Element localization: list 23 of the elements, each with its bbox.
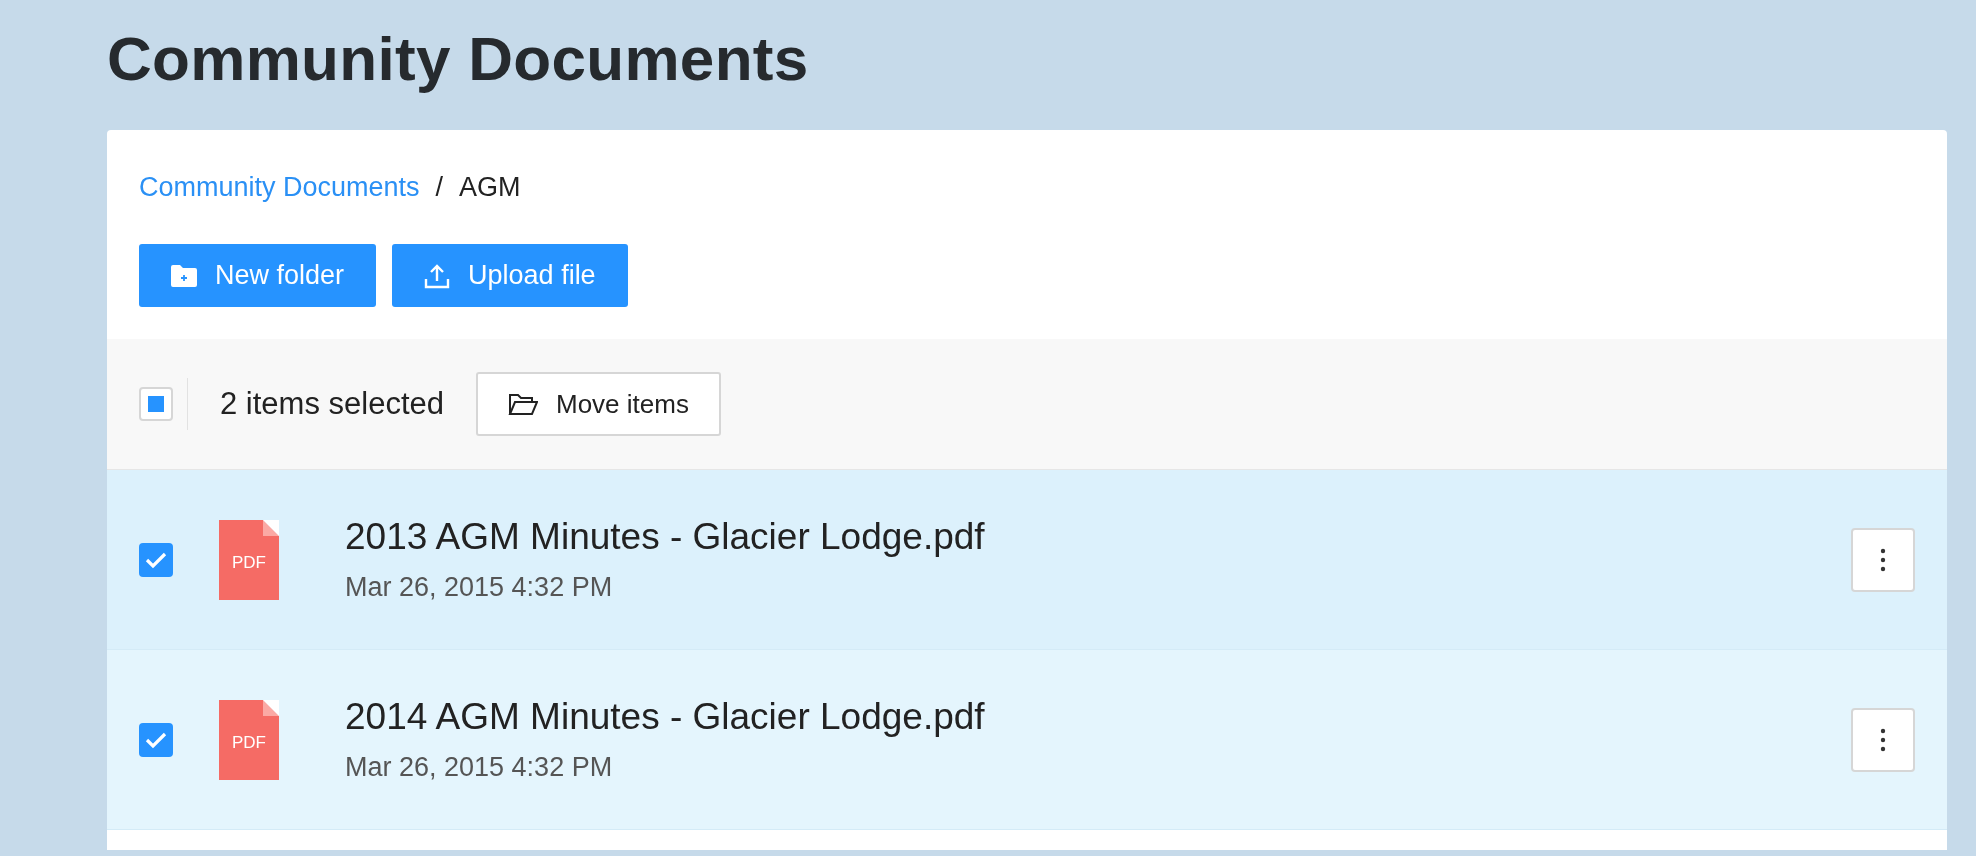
page-title: Community Documents bbox=[107, 23, 810, 95]
selection-count: 2 items selected bbox=[220, 386, 444, 422]
file-checkbox[interactable] bbox=[139, 542, 173, 577]
file-row[interactable]: PDF 2013 AGM Minutes - Glacier Lodge.pdf Mar 26, 2015 4:32 PM bbox=[107, 470, 1947, 650]
folder-open-icon bbox=[508, 391, 538, 417]
more-icon bbox=[1880, 547, 1886, 572]
more-icon bbox=[1880, 727, 1886, 752]
file-date: Mar 26, 2015 4:32 PM bbox=[345, 752, 614, 783]
select-all-checkbox[interactable] bbox=[139, 387, 173, 421]
breadcrumb-current: AGM bbox=[459, 172, 521, 202]
folder-plus-icon bbox=[171, 262, 197, 289]
checkmark-icon bbox=[145, 550, 167, 569]
file-date: Mar 26, 2015 4:32 PM bbox=[345, 572, 614, 603]
file-checkbox[interactable] bbox=[139, 722, 173, 757]
file-name[interactable]: 2013 AGM Minutes - Glacier Lodge.pdf bbox=[345, 516, 1851, 558]
breadcrumb-separator: / bbox=[435, 172, 444, 202]
file-name[interactable]: 2014 AGM Minutes - Glacier Lodge.pdf bbox=[345, 696, 1851, 738]
pdf-file-icon: PDF bbox=[219, 699, 279, 780]
pdf-file-icon: PDF bbox=[219, 519, 279, 600]
upload-icon bbox=[424, 262, 451, 289]
file-row[interactable]: PDF 2014 AGM Minutes - Glacier Lodge.pdf Mar 26, 2015 4:32 PM bbox=[107, 650, 1947, 830]
move-items-button[interactable]: Move items bbox=[476, 372, 721, 436]
checkmark-icon bbox=[145, 730, 167, 749]
